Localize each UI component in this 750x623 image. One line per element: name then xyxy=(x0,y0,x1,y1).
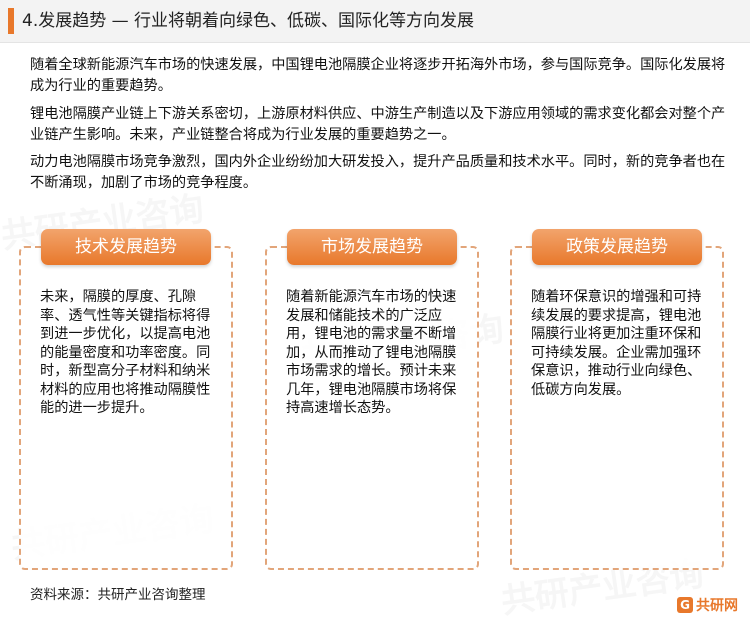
source-note: 资料来源：共研产业咨询整理 xyxy=(30,587,206,603)
card-market-body: 随着新能源汽车市场的快速发展和储能技术的广泛应用，锂电池的需求量不断增加，从而推… xyxy=(286,289,457,416)
logo-text: 共研网 xyxy=(696,598,738,614)
brand-logo: G 共研网 xyxy=(677,594,738,616)
intro-paragraph-1: 随着全球新能源汽车市场的快速发展，中国锂电池隔膜企业将逐步开拓海外市场，参与国际… xyxy=(30,57,726,94)
header-accent-bar xyxy=(8,8,14,34)
card-market-title: 市场发展趋势 xyxy=(287,229,457,265)
intro-paragraph-3: 动力电池隔膜市场竞争激烈，国内外企业纷纷加大研发投入，提升产品质量和技术水平。同… xyxy=(30,154,726,191)
logo-icon: G xyxy=(677,597,693,613)
card-technology-body: 未来，隔膜的厚度、孔隙率、透气性等关键指标将得到进一步优化，以提高电池的能量密度… xyxy=(40,289,211,416)
section-header: 4.发展趋势 — 行业将朝着向绿色、低碳、国际化等方向发展 xyxy=(0,0,750,43)
card-policy-body: 随着环保意识的增强和可持续发展的要求提高，锂电池隔膜行业将更加注重环保和可持续发… xyxy=(531,289,702,398)
section-title: 4.发展趋势 — 行业将朝着向绿色、低碳、国际化等方向发展 xyxy=(22,11,475,31)
intro-paragraph-2: 锂电池隔膜产业链上下游关系密切，上游原材料供应、中游生产制造以及下游应用领域的需… xyxy=(30,106,726,143)
card-policy-title: 政策发展趋势 xyxy=(532,229,702,265)
card-technology-title: 技术发展趋势 xyxy=(41,229,211,265)
